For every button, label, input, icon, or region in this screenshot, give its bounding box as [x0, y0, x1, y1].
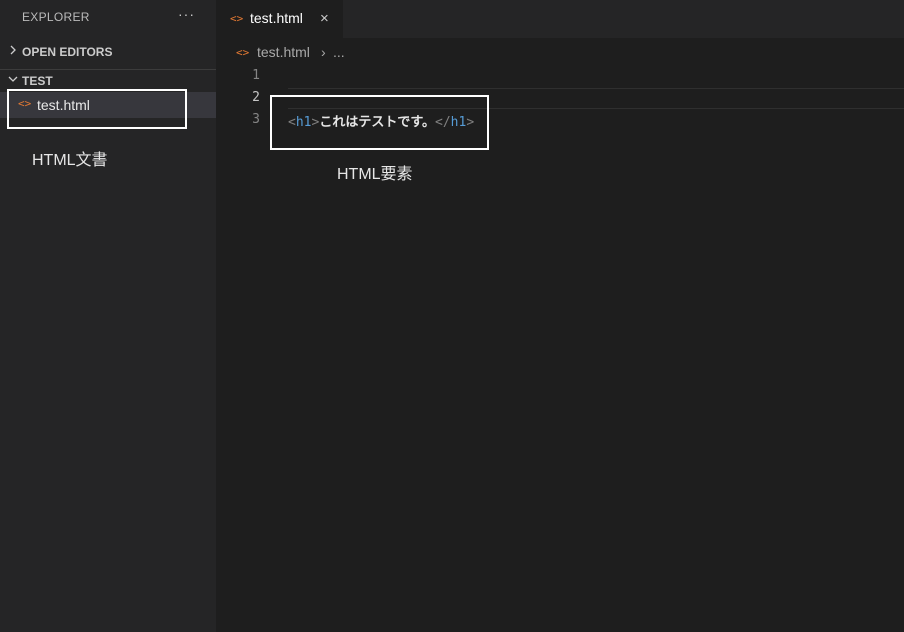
annotation-label-document: HTML文書 [32, 152, 108, 169]
line-number: 2 [252, 90, 260, 105]
tab-bar: <> test.html × [216, 0, 904, 38]
close-icon[interactable]: × [320, 10, 329, 27]
section-label: OPEN EDITORS [22, 45, 113, 59]
html-file-icon: <> [236, 46, 250, 59]
annotation-box-document [7, 89, 187, 129]
more-actions-icon[interactable]: ··· [178, 6, 195, 22]
tab-test-html[interactable]: <> test.html × [216, 0, 343, 38]
section-open-editors[interactable]: OPEN EDITORS [0, 41, 216, 63]
explorer-title: EXPLORER [22, 10, 90, 24]
chevron-right-icon [10, 45, 16, 55]
annotation-label-element: HTML要素 [337, 166, 413, 183]
tab-label: test.html [250, 10, 303, 26]
breadcrumb-ellipsis[interactable]: ... [333, 44, 345, 60]
html-file-icon: <> [230, 12, 244, 25]
breadcrumb-file[interactable]: test.html [257, 44, 310, 60]
section-label: TEST [22, 74, 53, 88]
chevron-down-icon [8, 76, 18, 82]
line-number: 1 [252, 68, 260, 83]
line-number: 3 [252, 112, 260, 127]
breadcrumb-separator-icon: › [321, 44, 326, 60]
annotation-box-element [270, 95, 489, 150]
